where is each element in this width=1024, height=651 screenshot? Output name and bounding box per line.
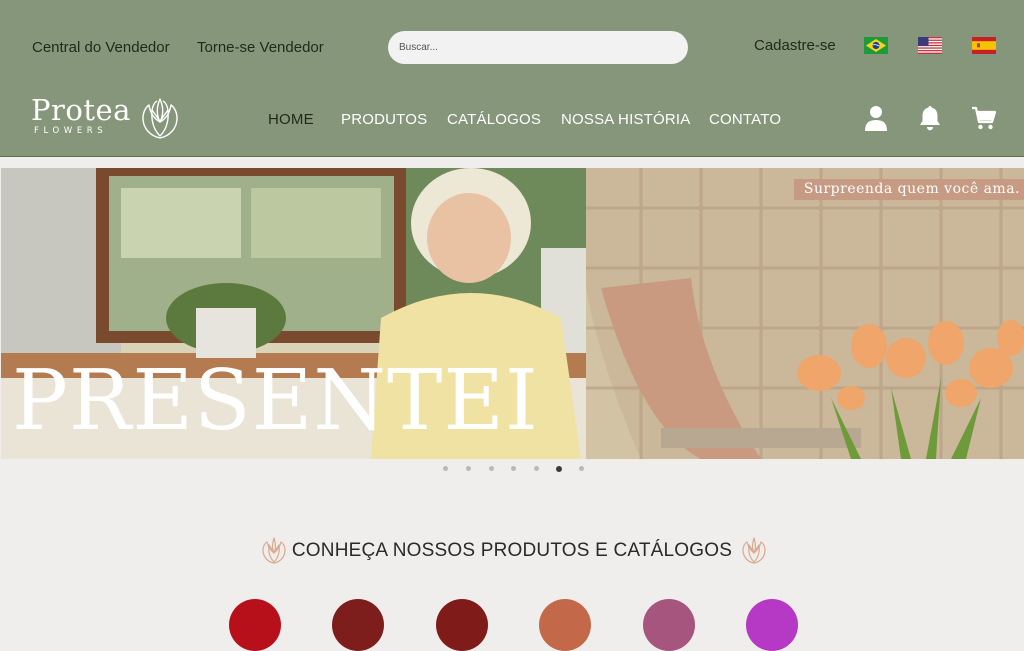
nav-products[interactable]: PRODUTOS	[341, 111, 427, 128]
catalog-color-swatch[interactable]	[643, 599, 695, 651]
become-seller-link[interactable]: Torne-se Vendedor	[197, 39, 324, 56]
search-input[interactable]	[388, 31, 688, 64]
carousel-dot[interactable]	[579, 466, 584, 471]
logo-subtitle: FLOWERS	[34, 126, 108, 136]
section-title: CONHEÇA NOSSOS PRODUTOS E CATÁLOGOS	[291, 540, 733, 561]
hero-tagline: Surpreenda quem você ama.	[793, 179, 1024, 200]
logo-name: Protea	[31, 93, 131, 127]
carousel-dot-active[interactable]	[556, 465, 562, 472]
catalog-color-swatch[interactable]	[539, 599, 591, 651]
site-header: Central do Vendedor Torne-se Vendedor Ca…	[0, 0, 1024, 157]
seller-center-link[interactable]: Central do Vendedor	[32, 39, 170, 56]
cart-icon[interactable]	[971, 104, 997, 132]
nav-catalogs[interactable]: CATÁLOGOS	[447, 111, 541, 128]
carousel-dot[interactable]	[489, 466, 494, 471]
nav-history[interactable]: NOSSA HISTÓRIA	[561, 111, 691, 128]
spain-flag-icon[interactable]	[972, 37, 996, 54]
nav-home[interactable]: HOME	[268, 111, 314, 128]
catalog-color-swatch[interactable]	[332, 599, 384, 651]
protea-logo[interactable]: Protea FLOWERS	[31, 95, 181, 145]
carousel-dot[interactable]	[534, 466, 539, 471]
usa-flag-icon[interactable]	[918, 37, 942, 54]
protea-flower-icon	[142, 98, 178, 139]
catalog-color-swatch[interactable]	[436, 599, 488, 651]
bell-icon[interactable]	[917, 104, 943, 132]
brazil-flag-icon[interactable]	[864, 37, 888, 54]
catalog-color-swatch[interactable]	[746, 599, 798, 651]
catalog-color-swatch[interactable]	[229, 599, 281, 651]
carousel-dot[interactable]	[511, 466, 516, 471]
nav-contact[interactable]: CONTATO	[709, 111, 781, 128]
lotus-icon	[742, 537, 766, 564]
carousel-dot[interactable]	[443, 466, 448, 471]
hero-banner[interactable]: Surpreenda quem você ama. PRESENTEI	[1, 168, 1024, 459]
user-icon[interactable]	[863, 104, 889, 132]
carousel-dot[interactable]	[466, 466, 471, 471]
signup-link[interactable]: Cadastre-se	[754, 37, 836, 54]
hero-title: PRESENTEI	[12, 352, 539, 449]
